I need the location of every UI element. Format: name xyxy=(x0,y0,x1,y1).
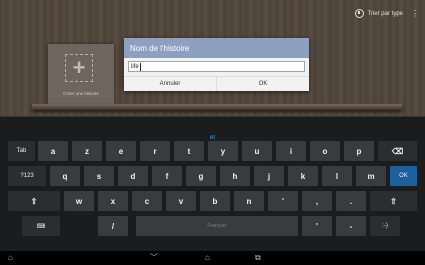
story-name-dialog: Nom de l'histoire life Annuler OK xyxy=(124,38,309,91)
key-w[interactable]: w xyxy=(64,191,94,211)
key-keyboard-settings[interactable]: ⌨ xyxy=(22,216,60,236)
nav-home-icon[interactable]: ⌂ xyxy=(205,253,210,263)
story-library: Trier par type ⋮ + Créer une histoire No… xyxy=(0,0,425,116)
create-story-placeholder: + xyxy=(65,54,93,82)
key-apostrophe[interactable]: ' xyxy=(268,191,298,211)
key-p[interactable]: p xyxy=(344,141,374,161)
dialog-buttons: Annuler OK xyxy=(124,76,309,91)
create-story-caption: Créer une histoire xyxy=(63,91,99,96)
key-i[interactable]: i xyxy=(276,141,306,161)
plus-icon: + xyxy=(72,55,86,80)
key-period[interactable]: . xyxy=(336,191,366,211)
key-x[interactable]: x xyxy=(98,191,128,211)
key-space[interactable]: Français xyxy=(136,216,298,236)
key-j[interactable]: j xyxy=(254,166,284,186)
key-q[interactable]: q xyxy=(50,166,80,186)
key-ok[interactable]: OK xyxy=(390,166,417,186)
dialog-title: Nom de l'histoire xyxy=(124,38,309,58)
key-r[interactable]: r xyxy=(140,141,170,161)
key-smiley[interactable]: :-) xyxy=(370,216,400,236)
key-backspace[interactable]: ⌫ xyxy=(378,141,417,161)
nav-hide-keyboard-icon[interactable]: ⌂ xyxy=(8,253,13,263)
sort-button[interactable]: Trier par type xyxy=(368,11,403,17)
text-cursor xyxy=(139,62,141,71)
story-name-value: life xyxy=(131,63,139,70)
key-symbols[interactable]: ?123 xyxy=(8,166,46,186)
key-m[interactable]: m xyxy=(356,166,386,186)
book-shelf xyxy=(32,104,402,110)
key-tab[interactable]: Tab xyxy=(8,141,35,161)
key-e[interactable]: e xyxy=(106,141,136,161)
key-u[interactable]: u xyxy=(242,141,272,161)
key-o[interactable]: o xyxy=(310,141,340,161)
key-y[interactable]: y xyxy=(208,141,238,161)
create-story-tile[interactable]: + Créer une histoire xyxy=(48,44,114,106)
key-d[interactable]: d xyxy=(118,166,148,186)
cancel-button[interactable]: Annuler xyxy=(124,77,216,91)
nav-recents-icon[interactable]: ⧉ xyxy=(255,253,261,263)
story-name-input[interactable]: life xyxy=(128,61,305,72)
key-dash[interactable]: - xyxy=(336,216,366,236)
key-g[interactable]: g xyxy=(186,166,216,186)
system-nav-bar: ⌂ ﹀ ⌂ ⧉ xyxy=(0,251,425,265)
key-t[interactable]: t xyxy=(174,141,204,161)
overflow-menu-icon[interactable]: ⋮ xyxy=(411,9,419,18)
key-z[interactable]: z xyxy=(72,141,102,161)
key-b[interactable]: b xyxy=(200,191,230,211)
key-v[interactable]: v xyxy=(166,191,196,211)
key-apostrophe-2[interactable]: ' xyxy=(302,216,332,236)
key-k[interactable]: k xyxy=(288,166,318,186)
nav-back-icon[interactable]: ﹀ xyxy=(150,253,158,263)
suggestion-strip: et xyxy=(0,117,425,141)
key-slash[interactable]: / xyxy=(98,216,128,236)
key-s[interactable]: s xyxy=(84,166,114,186)
key-l[interactable]: l xyxy=(322,166,352,186)
key-n[interactable]: n xyxy=(234,191,264,211)
soft-keyboard: et Tab a z e r t y u i o p ⌫ ?123 q s d … xyxy=(0,116,425,251)
top-action-bar: Trier par type ⋮ xyxy=(354,9,419,18)
key-h[interactable]: h xyxy=(220,166,250,186)
key-shift-left[interactable]: ⇧ xyxy=(8,191,60,211)
key-f[interactable]: f xyxy=(152,166,182,186)
key-comma[interactable]: , xyxy=(302,191,332,211)
ok-button[interactable]: OK xyxy=(216,77,309,91)
key-shift-right[interactable]: ⇧ xyxy=(370,191,417,211)
clock-icon[interactable] xyxy=(354,9,364,18)
key-c[interactable]: c xyxy=(132,191,162,211)
key-a[interactable]: a xyxy=(38,141,68,161)
